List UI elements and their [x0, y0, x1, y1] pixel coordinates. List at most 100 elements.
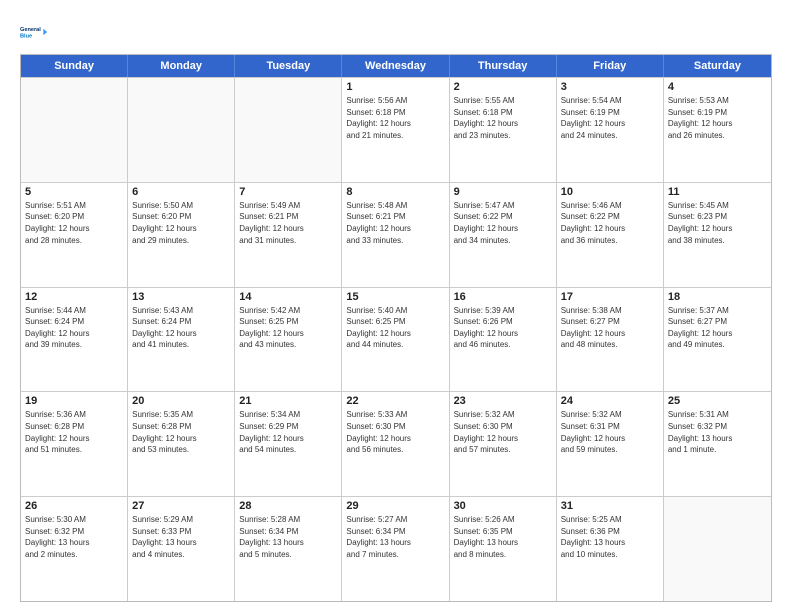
day-number: 20 [132, 395, 230, 407]
day-cell-31: 31Sunrise: 5:25 AM Sunset: 6:36 PM Dayli… [557, 497, 664, 601]
cell-info: Sunrise: 5:36 AM Sunset: 6:28 PM Dayligh… [25, 409, 123, 455]
calendar-row-1: 1 Sunrise: 5:56 AM Sunset: 6:18 PM Daylig… [21, 77, 771, 182]
day-cell-21: 21 Sunrise: 5:34 AM Sunset: 6:29 PM Dayli… [235, 392, 342, 496]
day-cell-20: 20 Sunrise: 5:35 AM Sunset: 6:28 PM Dayli… [128, 392, 235, 496]
day-cell-11: 11 Sunrise: 5:45 AM Sunset: 6:23 PM Dayli… [664, 183, 771, 287]
empty-cell [664, 497, 771, 601]
weekday-header-tuesday: Tuesday [235, 55, 342, 77]
cell-info: Sunrise: 5:28 AM Sunset: 6:34 PM Dayligh… [239, 514, 337, 560]
cell-info: Sunrise: 5:32 AM Sunset: 6:30 PM Dayligh… [454, 409, 552, 455]
day-number: 11 [668, 186, 767, 198]
day-number: 8 [346, 186, 444, 198]
day-cell-29: 29Sunrise: 5:27 AM Sunset: 6:34 PM Dayli… [342, 497, 449, 601]
cell-info: Sunrise: 5:25 AM Sunset: 6:36 PM Dayligh… [561, 514, 659, 560]
day-cell-27: 27Sunrise: 5:29 AM Sunset: 6:33 PM Dayli… [128, 497, 235, 601]
day-number: 16 [454, 291, 552, 303]
day-cell-28: 28 Sunrise: 5:28 AM Sunset: 6:34 PM Dayli… [235, 497, 342, 601]
empty-cell [235, 78, 342, 182]
day-cell-18: 18Sunrise: 5:37 AM Sunset: 6:27 PM Dayli… [664, 288, 771, 392]
day-cell-19: 19 Sunrise: 5:36 AM Sunset: 6:28 PM Dayli… [21, 392, 128, 496]
day-number: 3 [561, 81, 659, 93]
day-number: 21 [239, 395, 337, 407]
day-number: 29 [346, 500, 444, 512]
day-cell-16: 16 Sunrise: 5:39 AM Sunset: 6:26 PM Dayli… [450, 288, 557, 392]
calendar-row-4: 19 Sunrise: 5:36 AM Sunset: 6:28 PM Dayli… [21, 391, 771, 496]
empty-cell [21, 78, 128, 182]
calendar-header: SundayMondayTuesdayWednesdayThursdayFrid… [21, 55, 771, 77]
day-cell-12: 12 Sunrise: 5:44 AM Sunset: 6:24 PM Dayli… [21, 288, 128, 392]
day-number: 7 [239, 186, 337, 198]
day-number: 5 [25, 186, 123, 198]
calendar: SundayMondayTuesdayWednesdayThursdayFrid… [20, 54, 772, 602]
day-number: 6 [132, 186, 230, 198]
cell-info: Sunrise: 5:56 AM Sunset: 6:18 PM Dayligh… [346, 95, 444, 141]
page: GeneralBlue SundayMondayTuesdayWednesday… [0, 0, 792, 612]
weekday-header-wednesday: Wednesday [342, 55, 449, 77]
cell-info: Sunrise: 5:38 AM Sunset: 6:27 PM Dayligh… [561, 305, 659, 351]
day-cell-1: 1 Sunrise: 5:56 AM Sunset: 6:18 PM Daylig… [342, 78, 449, 182]
cell-info: Sunrise: 5:34 AM Sunset: 6:29 PM Dayligh… [239, 409, 337, 455]
cell-info: Sunrise: 5:30 AM Sunset: 6:32 PM Dayligh… [25, 514, 123, 560]
day-cell-8: 8Sunrise: 5:48 AM Sunset: 6:21 PM Daylig… [342, 183, 449, 287]
cell-info: Sunrise: 5:42 AM Sunset: 6:25 PM Dayligh… [239, 305, 337, 351]
cell-info: Sunrise: 5:50 AM Sunset: 6:20 PM Dayligh… [132, 200, 230, 246]
day-cell-9: 9Sunrise: 5:47 AM Sunset: 6:22 PM Daylig… [450, 183, 557, 287]
cell-info: Sunrise: 5:29 AM Sunset: 6:33 PM Dayligh… [132, 514, 230, 560]
day-number: 24 [561, 395, 659, 407]
svg-text:Blue: Blue [20, 34, 32, 40]
day-cell-10: 10Sunrise: 5:46 AM Sunset: 6:22 PM Dayli… [557, 183, 664, 287]
day-number: 13 [132, 291, 230, 303]
day-cell-7: 7 Sunrise: 5:49 AM Sunset: 6:21 PM Daylig… [235, 183, 342, 287]
cell-info: Sunrise: 5:32 AM Sunset: 6:31 PM Dayligh… [561, 409, 659, 455]
header: GeneralBlue [20, 18, 772, 46]
day-number: 15 [346, 291, 444, 303]
day-cell-6: 6 Sunrise: 5:50 AM Sunset: 6:20 PM Daylig… [128, 183, 235, 287]
cell-info: Sunrise: 5:40 AM Sunset: 6:25 PM Dayligh… [346, 305, 444, 351]
day-cell-15: 15 Sunrise: 5:40 AM Sunset: 6:25 PM Dayli… [342, 288, 449, 392]
cell-info: Sunrise: 5:51 AM Sunset: 6:20 PM Dayligh… [25, 200, 123, 246]
day-cell-4: 4 Sunrise: 5:53 AM Sunset: 6:19 PM Daylig… [664, 78, 771, 182]
day-number: 30 [454, 500, 552, 512]
cell-info: Sunrise: 5:39 AM Sunset: 6:26 PM Dayligh… [454, 305, 552, 351]
day-number: 17 [561, 291, 659, 303]
cell-info: Sunrise: 5:46 AM Sunset: 6:22 PM Dayligh… [561, 200, 659, 246]
calendar-body: 1 Sunrise: 5:56 AM Sunset: 6:18 PM Daylig… [21, 77, 771, 601]
cell-info: Sunrise: 5:35 AM Sunset: 6:28 PM Dayligh… [132, 409, 230, 455]
cell-info: Sunrise: 5:45 AM Sunset: 6:23 PM Dayligh… [668, 200, 767, 246]
day-cell-22: 22 Sunrise: 5:33 AM Sunset: 6:30 PM Dayli… [342, 392, 449, 496]
calendar-row-2: 5 Sunrise: 5:51 AM Sunset: 6:20 PM Daylig… [21, 182, 771, 287]
day-cell-5: 5 Sunrise: 5:51 AM Sunset: 6:20 PM Daylig… [21, 183, 128, 287]
day-cell-23: 23Sunrise: 5:32 AM Sunset: 6:30 PM Dayli… [450, 392, 557, 496]
cell-info: Sunrise: 5:44 AM Sunset: 6:24 PM Dayligh… [25, 305, 123, 351]
day-cell-30: 30 Sunrise: 5:26 AM Sunset: 6:35 PM Dayli… [450, 497, 557, 601]
day-number: 26 [25, 500, 123, 512]
weekday-header-friday: Friday [557, 55, 664, 77]
day-cell-25: 25 Sunrise: 5:31 AM Sunset: 6:32 PM Dayli… [664, 392, 771, 496]
day-number: 1 [346, 81, 444, 93]
day-cell-13: 13Sunrise: 5:43 AM Sunset: 6:24 PM Dayli… [128, 288, 235, 392]
day-cell-2: 2 Sunrise: 5:55 AM Sunset: 6:18 PM Daylig… [450, 78, 557, 182]
day-number: 14 [239, 291, 337, 303]
cell-info: Sunrise: 5:54 AM Sunset: 6:19 PM Dayligh… [561, 95, 659, 141]
cell-info: Sunrise: 5:47 AM Sunset: 6:22 PM Dayligh… [454, 200, 552, 246]
calendar-row-3: 12 Sunrise: 5:44 AM Sunset: 6:24 PM Dayli… [21, 287, 771, 392]
cell-info: Sunrise: 5:37 AM Sunset: 6:27 PM Dayligh… [668, 305, 767, 351]
day-cell-17: 17 Sunrise: 5:38 AM Sunset: 6:27 PM Dayli… [557, 288, 664, 392]
day-cell-24: 24 Sunrise: 5:32 AM Sunset: 6:31 PM Dayli… [557, 392, 664, 496]
cell-info: Sunrise: 5:55 AM Sunset: 6:18 PM Dayligh… [454, 95, 552, 141]
day-number: 19 [25, 395, 123, 407]
day-number: 2 [454, 81, 552, 93]
calendar-row-5: 26 Sunrise: 5:30 AM Sunset: 6:32 PM Dayli… [21, 496, 771, 601]
cell-info: Sunrise: 5:26 AM Sunset: 6:35 PM Dayligh… [454, 514, 552, 560]
cell-info: Sunrise: 5:49 AM Sunset: 6:21 PM Dayligh… [239, 200, 337, 246]
day-number: 22 [346, 395, 444, 407]
day-number: 12 [25, 291, 123, 303]
cell-info: Sunrise: 5:33 AM Sunset: 6:30 PM Dayligh… [346, 409, 444, 455]
day-number: 25 [668, 395, 767, 407]
cell-info: Sunrise: 5:31 AM Sunset: 6:32 PM Dayligh… [668, 409, 767, 455]
day-number: 28 [239, 500, 337, 512]
day-cell-26: 26 Sunrise: 5:30 AM Sunset: 6:32 PM Dayli… [21, 497, 128, 601]
weekday-header-saturday: Saturday [664, 55, 771, 77]
cell-info: Sunrise: 5:53 AM Sunset: 6:19 PM Dayligh… [668, 95, 767, 141]
day-number: 4 [668, 81, 767, 93]
